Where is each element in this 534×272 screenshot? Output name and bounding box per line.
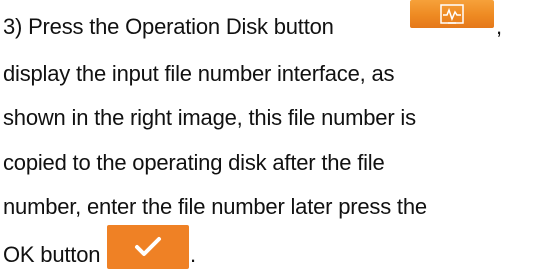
instruction-line-5: number, enter the file number later pres… [3,190,427,224]
instruction-line-2: display the input file number interface,… [3,57,394,91]
comma-after-operation-disk: , [496,14,502,39]
check-icon [135,237,161,256]
instruction-document: 3) Press the Operation Disk button , dis… [0,0,534,269]
instruction-line-3: shown in the right image, this file numb… [3,101,416,135]
instruction-text-3: shown in the right image, this file numb… [3,105,416,130]
instruction-text-6: OK button [3,242,101,267]
instruction-text-4: copied to the operating disk after the f… [3,150,385,175]
instruction-line-6: OK button [3,238,100,272]
instruction-line-1: 3) Press the Operation Disk button [3,10,334,44]
instruction-text-1: 3) Press the Operation Disk button [3,14,334,39]
operation-disk-icon [440,4,464,24]
operation-disk-button[interactable] [410,0,494,28]
instruction-text-2: display the input file number interface,… [3,61,395,86]
period-after-ok-button: . [190,242,196,267]
ok-button[interactable] [107,225,189,269]
instruction-text-5: number, enter the file number later pres… [3,194,427,219]
instruction-line-4: copied to the operating disk after the f… [3,146,385,180]
